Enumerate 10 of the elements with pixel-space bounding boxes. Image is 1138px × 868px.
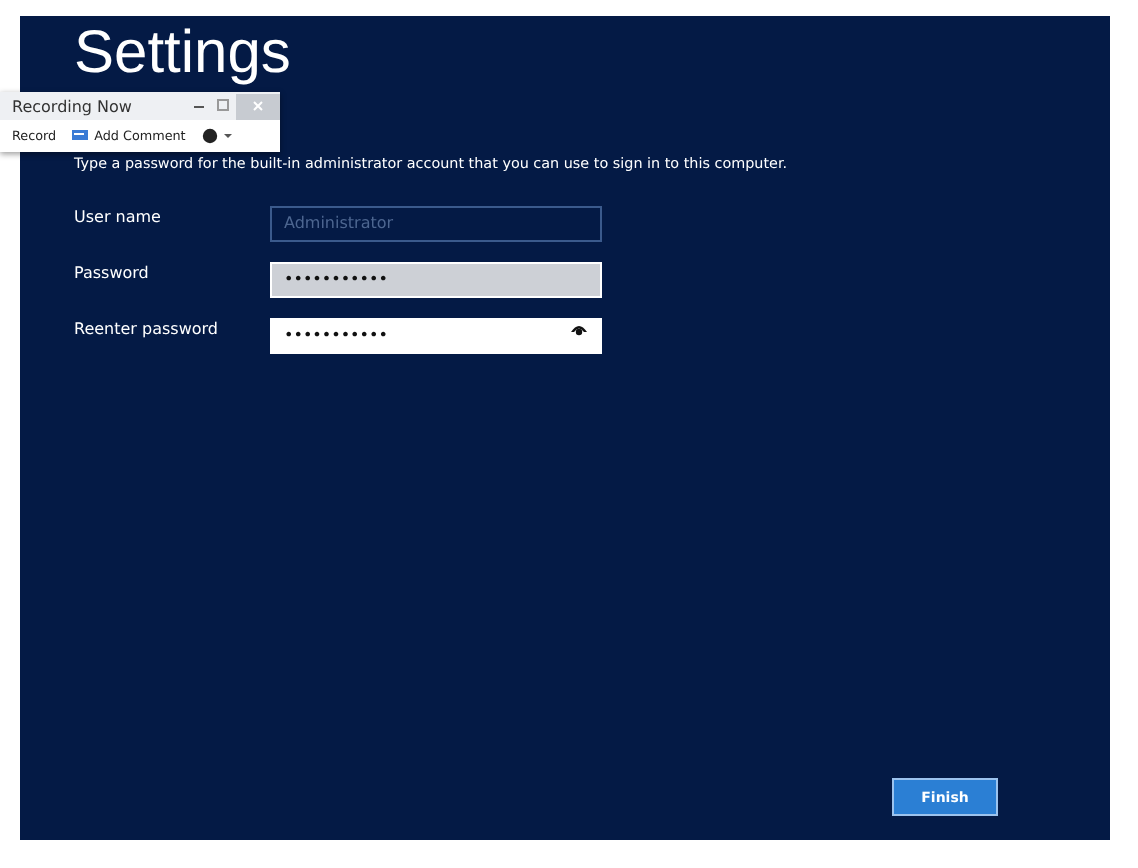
password-field[interactable]: •••••••••••	[270, 317, 602, 353]
password-field[interactable]: •••••••••••	[270, 261, 602, 297]
help-icon[interactable]	[201, 128, 234, 144]
page-title: Settings	[74, 20, 293, 88]
eye-icon[interactable]	[570, 322, 588, 336]
field-label: Reenter password	[74, 319, 220, 337]
field-label: User name	[74, 207, 163, 225]
comment-icon	[72, 130, 89, 142]
field-label: Password	[74, 263, 151, 281]
window-title: Recording Now	[10, 97, 134, 115]
